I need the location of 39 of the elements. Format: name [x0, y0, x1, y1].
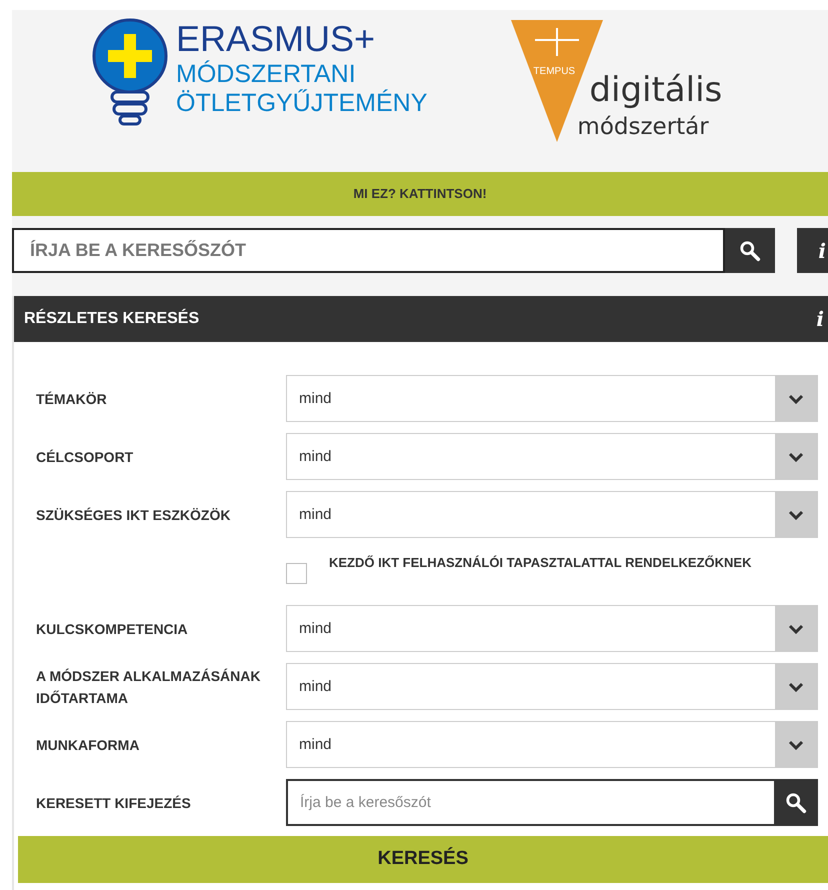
- logo-tagline: TEMPUS: [533, 66, 576, 78]
- logo-text: módszertár: [577, 114, 709, 140]
- field-label: TÉMAKÖR: [36, 390, 108, 408]
- lightbulb-plus-icon: [90, 18, 170, 128]
- info-banner-button[interactable]: MI EZ? KATTINTSON!: [12, 172, 828, 216]
- search-icon: [739, 240, 761, 262]
- search-button[interactable]: [774, 779, 818, 826]
- search-icon: [785, 792, 807, 814]
- info-button[interactable]: i: [797, 228, 828, 273]
- chevron-down-icon: [788, 510, 804, 520]
- checkbox[interactable]: [286, 563, 307, 584]
- panel-title: RÉSZLETES KERESÉS: [24, 308, 200, 329]
- select-dropdown[interactable]: mind: [286, 491, 818, 538]
- checkbox-label: KEZDŐ IKT FELHASZNÁLÓI TAPASZTALATTAL RENDELKEZŐKNEK: [329, 554, 752, 572]
- logo-subtitle: MÓDSZERTANI: [176, 60, 357, 89]
- search-button[interactable]: [725, 228, 775, 273]
- field-label: KULCSKOMPETENCIA: [36, 620, 189, 638]
- field-label: SZÜKSÉGES IKT ESZKÖZÖK: [36, 506, 232, 524]
- field-label: KERESETT KIFEJEZÉS: [36, 794, 192, 812]
- select-dropdown[interactable]: mind: [286, 721, 818, 768]
- logo-subtitle: ÖTLETGYŰJTEMÉNY: [176, 89, 428, 118]
- search-submit-button[interactable]: KERESÉS: [18, 836, 828, 883]
- chevron-down-icon: [788, 682, 804, 692]
- select-dropdown[interactable]: mind: [286, 375, 818, 422]
- logo-title: ERASMUS+: [176, 18, 376, 60]
- field-label: MUNKAFORMA: [36, 736, 140, 754]
- select-dropdown[interactable]: mind: [286, 663, 818, 710]
- field-label: CÉLCSOPORT: [36, 448, 134, 466]
- search-field[interactable]: ÍRJA BE A KERESŐSZÓT: [12, 228, 725, 273]
- chevron-down-icon: [788, 740, 804, 750]
- field-label: A MÓDSZER ALKALMAZÁSÁNAK IDŐTARTAMA: [36, 666, 262, 708]
- chevron-down-icon: [788, 624, 804, 634]
- select-dropdown[interactable]: mind: [286, 605, 818, 652]
- search-field[interactable]: Írja be a keresőszót: [286, 779, 774, 826]
- chevron-down-icon: [788, 394, 804, 404]
- logo-text: digitális: [589, 72, 722, 108]
- chevron-down-icon: [788, 452, 804, 462]
- info-button[interactable]: i: [816, 304, 824, 334]
- select-dropdown[interactable]: mind: [286, 433, 818, 480]
